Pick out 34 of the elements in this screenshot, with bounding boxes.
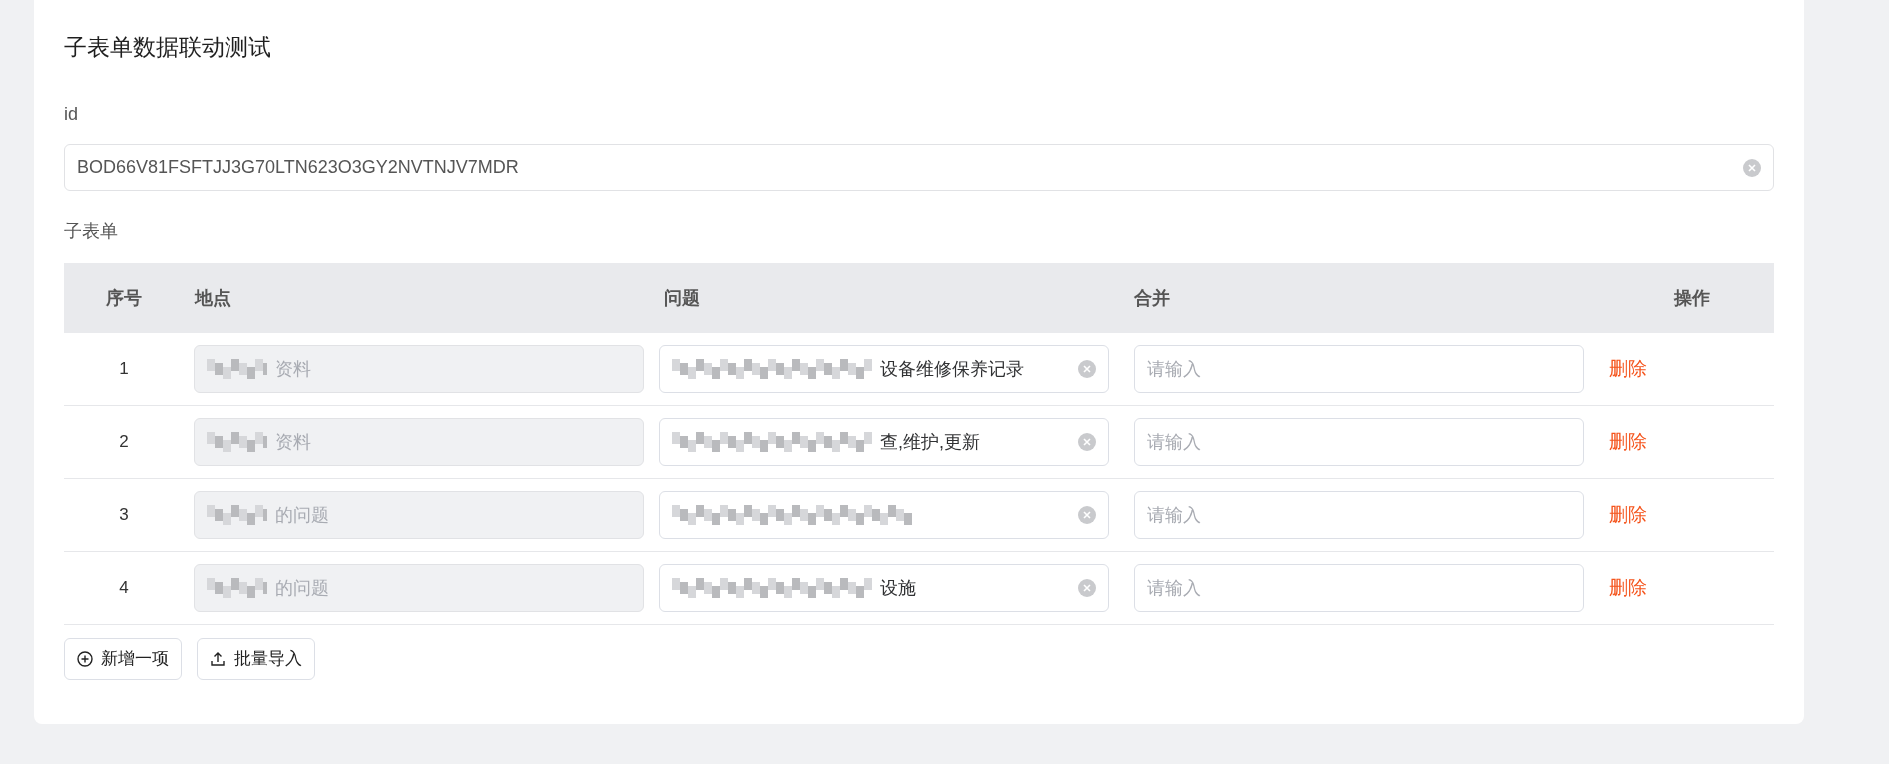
clear-icon[interactable]	[1743, 158, 1761, 177]
delete-link[interactable]: 删除	[1609, 500, 1647, 530]
field-label: id	[64, 103, 79, 126]
input-field[interactable]: 查,维护,更新	[659, 418, 1109, 466]
input-field[interactable]: 请输入	[1134, 564, 1584, 612]
input-field[interactable]	[659, 491, 1109, 539]
input-field[interactable]: 设备维修保养记录	[659, 345, 1109, 393]
delete-link[interactable]: 删除	[1609, 354, 1647, 384]
column-header: 合并	[1134, 286, 1171, 310]
clear-icon[interactable]	[1078, 433, 1096, 451]
id-field[interactable]: BOD66V81FSFTJJ3G70LTN623O3GY2NVTNJV7MDR	[64, 144, 1774, 191]
input-field[interactable]: 请输入	[1134, 418, 1584, 466]
column-header: 地点	[193, 286, 232, 310]
row-number: 3	[118, 504, 130, 527]
column-header: 操作	[1673, 286, 1711, 310]
upload-icon	[210, 651, 226, 667]
clear-icon[interactable]	[1078, 360, 1096, 378]
import-button[interactable]: 批量导入	[197, 638, 315, 680]
input-field[interactable]: 设施	[659, 564, 1109, 612]
add-item-button[interactable]: 新增一项	[64, 638, 182, 680]
column-header: 问题	[663, 286, 701, 310]
delete-link[interactable]: 删除	[1609, 427, 1647, 457]
row-number: 4	[118, 577, 130, 600]
delete-link[interactable]: 删除	[1609, 573, 1647, 603]
field-label: 子表单	[64, 220, 119, 243]
form-title: 子表单数据联动测试	[64, 36, 272, 59]
column-header: 序号	[105, 286, 143, 310]
row-number: 2	[118, 431, 130, 454]
row-number: 1	[118, 358, 130, 381]
clear-icon[interactable]	[1078, 506, 1096, 524]
clear-icon[interactable]	[1078, 579, 1096, 597]
input-field[interactable]: 请输入	[1134, 491, 1584, 539]
plus-circle-icon	[77, 651, 93, 667]
input-field[interactable]: 请输入	[1134, 345, 1584, 393]
